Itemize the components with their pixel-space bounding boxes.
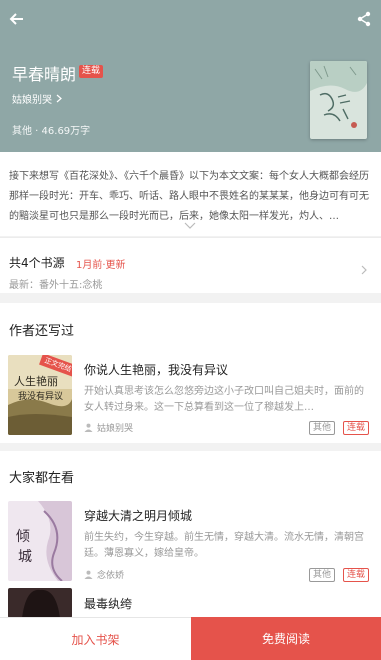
share-button[interactable] [351, 6, 377, 32]
book-title: 早春晴朗 [12, 65, 77, 84]
author-link[interactable]: 姑娘别哭 [12, 91, 62, 106]
top-bar [0, 0, 381, 38]
back-button[interactable] [4, 6, 30, 32]
back-arrow-icon [9, 13, 23, 25]
svg-text:城: 城 [18, 549, 32, 565]
book-title: 你说人生艳丽，我没有异议 [84, 363, 229, 377]
book-author-name: 姑娘别哭 [97, 424, 134, 434]
book-author-name: 念依娇 [97, 571, 125, 581]
svg-text:人生艳丽: 人生艳丽 [14, 374, 58, 388]
book-cover [310, 61, 367, 139]
book-description: 前生失约，今生穿越。前生无情，穿越大清。流水无情，清朝宫廷。薄恩寡义，嫁给皇帝。 [84, 532, 364, 559]
add-to-shelf-button[interactable]: 加入书架 [0, 617, 191, 660]
author-books-section: 作者还写过 人生艳丽 我没有异议 正文完结 你说人生艳丽，我没有异议 开始认真思… [0, 303, 381, 443]
book-author: 姑娘别哭 [84, 421, 133, 434]
chevron-right-icon [361, 265, 367, 275]
book-cover: 人生艳丽 我没有异议 正文完结 [8, 355, 72, 435]
svg-text:我没有异议: 我没有异议 [18, 390, 63, 402]
book-author: 念依娇 [84, 568, 124, 581]
book-description: 开始认真思考该怎么忽悠旁边这小子改口叫自己姐夫时，面前的女人转过身来。这一下总算… [84, 386, 364, 413]
book-list-item[interactable]: 倾 城 穿越大清之明月倾城 前生失约，今生穿越。前生无情，穿越大清。流水无情，清… [0, 501, 381, 585]
book-list-item[interactable]: 人生艳丽 我没有异议 正文完结 你说人生艳丽，我没有异议 开始认真思考该怎么忽悠… [0, 355, 381, 437]
sources-count: 共4个书源 [9, 256, 65, 270]
latest-chapter: 最新：番外十五:念桃 [9, 280, 103, 291]
status-tag: 连载 [343, 421, 370, 435]
book-title: 穿越大清之明月倾城 [84, 509, 193, 523]
person-icon [84, 570, 93, 579]
sources-row[interactable]: 共4个书源 1月前·更新 最新：番外十五:念桃 [0, 237, 381, 293]
book-cover: 倾 城 [8, 501, 72, 581]
svg-text:倾: 倾 [16, 529, 30, 545]
bottom-action-bar: 加入书架 免费阅读 [0, 617, 381, 660]
sources-update-time: 1月前·更新 [76, 260, 126, 271]
book-meta: 其他 · 46.69万字 [12, 126, 91, 137]
synopsis-text: 接下来想写《百花深处》、《六千个晨昏》以下为本文文案：每个女人大概都会经历那样一… [9, 171, 369, 222]
expand-chevron-icon[interactable] [184, 222, 196, 229]
chevron-right-icon [56, 94, 62, 103]
genre-tag: 其他 [309, 421, 336, 435]
popular-books-section: 大家都在看 倾 城 穿越大清之明月倾城 前生失约，今生穿越。前生无情，穿越大清。… [0, 451, 381, 618]
section-title: 大家都在看 [9, 471, 75, 486]
book-cover [8, 588, 72, 618]
read-free-button[interactable]: 免费阅读 [191, 617, 381, 660]
share-icon [357, 11, 371, 27]
book-title: 最毒纨绔 [84, 597, 133, 611]
status-badge: 连载 [79, 65, 104, 78]
book-list-item[interactable]: 最毒纨绔 [0, 588, 381, 618]
status-tag: 连载 [343, 568, 370, 582]
genre-tag: 其他 [309, 568, 336, 582]
person-icon [84, 423, 93, 432]
book-header: 早春晴朗 连载 姑娘别哭 其他 · 46.69万字 [0, 0, 381, 152]
author-name: 姑娘别哭 [12, 95, 52, 106]
section-title: 作者还写过 [9, 324, 75, 339]
